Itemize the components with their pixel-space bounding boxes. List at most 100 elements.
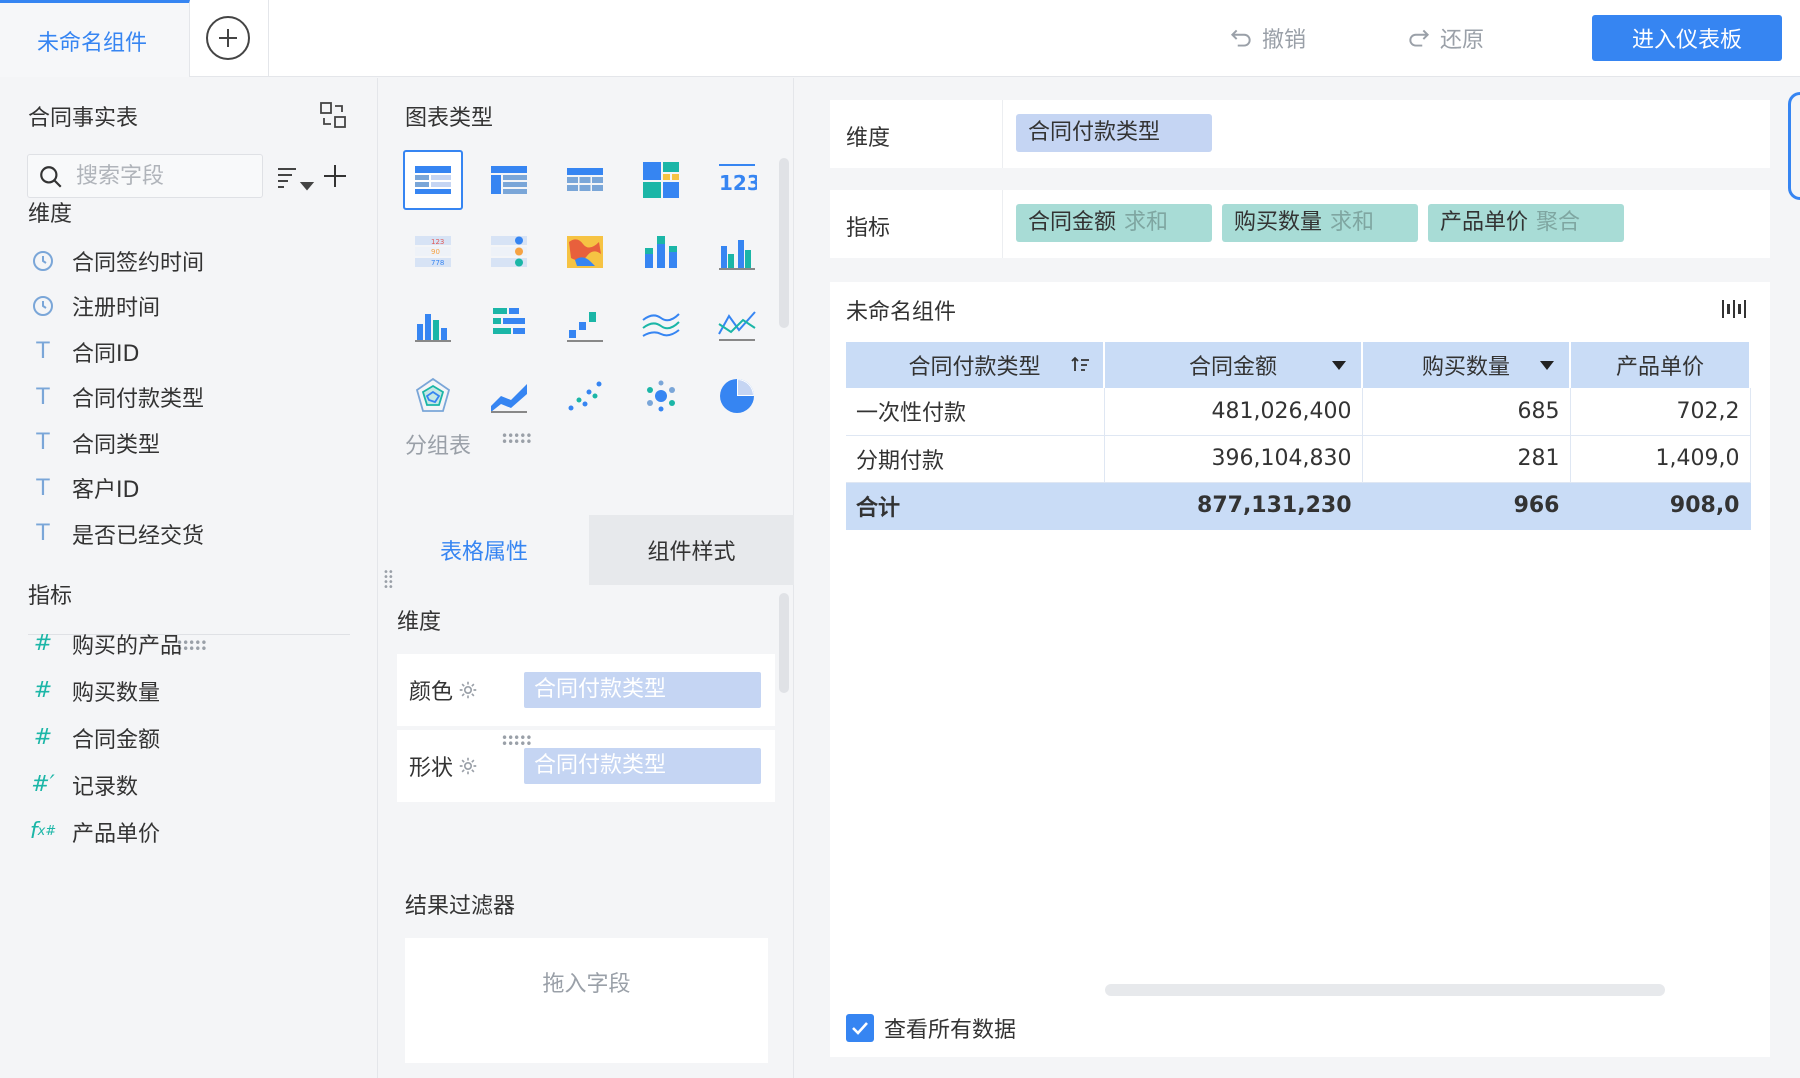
chart-type-bar[interactable] xyxy=(403,294,463,354)
metric-shelf-label: 指标 xyxy=(846,216,891,241)
shape-label-text: 形状 xyxy=(409,756,454,781)
chart-type-detail-table[interactable] xyxy=(555,150,615,210)
field-item[interactable]: T 合同类型 xyxy=(28,420,204,466)
sort-fields-icon[interactable] xyxy=(276,163,316,193)
undo-button[interactable]: 撤销 xyxy=(1228,22,1306,54)
field-item[interactable]: 注册时间 xyxy=(28,284,204,330)
search-input[interactable] xyxy=(76,161,256,191)
view-all-label: 查看所有数据 xyxy=(884,1018,1017,1043)
gear-icon[interactable] xyxy=(457,755,479,777)
caret-down-icon[interactable] xyxy=(1537,355,1557,375)
properties-scrollbar[interactable] xyxy=(779,593,789,693)
chart-type-line[interactable] xyxy=(707,294,767,354)
field-item[interactable]: f x# 产品单价 xyxy=(28,808,182,855)
chart-type-radar[interactable] xyxy=(403,366,463,426)
metric-chip[interactable]: 产品单价 聚合 xyxy=(1428,204,1624,242)
divider xyxy=(1002,190,1003,258)
metric-chip[interactable]: 购买数量 求和 xyxy=(1222,204,1418,242)
view-all-data-toggle[interactable]: 查看所有数据 xyxy=(846,1012,1016,1044)
field-item[interactable]: T 客户ID xyxy=(28,466,204,512)
table-cell[interactable]: 一次性付款 xyxy=(846,388,1105,436)
caret-down-icon[interactable] xyxy=(1329,355,1349,375)
column-header[interactable]: 合同金额 xyxy=(1104,342,1363,388)
column-header-label: 合同金额 xyxy=(1188,355,1277,380)
resize-grip-icon[interactable]: ••••• ••••• xyxy=(501,732,532,750)
tab-unnamed-widget[interactable]: 未命名组件 xyxy=(0,0,190,77)
chart-type-stacked-bar[interactable] xyxy=(631,222,691,282)
enter-dashboard-button[interactable]: 进入仪表板 xyxy=(1592,15,1782,61)
chart-type-heatmap[interactable] xyxy=(555,222,615,282)
chart-type-area[interactable] xyxy=(631,294,691,354)
pie-chart-icon xyxy=(720,379,754,413)
table-cell[interactable]: 396,104,830 xyxy=(1104,435,1363,483)
field-label: 购买数量 xyxy=(72,680,161,706)
field-item[interactable]: # 合同金额 xyxy=(28,714,182,761)
tab-table-properties[interactable]: 表格属性 xyxy=(379,515,589,585)
field-item[interactable]: #′ 记录数 xyxy=(28,761,182,808)
chart-type-group-table[interactable] xyxy=(403,150,463,210)
chart-type-multi-bar[interactable] xyxy=(707,222,767,282)
tab-widget-style[interactable]: 组件样式 xyxy=(589,515,794,585)
number-type-icon: # xyxy=(33,725,53,750)
vertical-grip-icon[interactable]: •• •• •• •• xyxy=(383,568,394,593)
column-header[interactable]: 产品单价 xyxy=(1570,342,1751,388)
collapse-panel-handle[interactable] xyxy=(1788,92,1800,200)
switch-table-icon[interactable] xyxy=(318,100,348,130)
text-type-icon: T xyxy=(36,521,50,547)
shape-field-chip[interactable]: 合同付款类型 xyxy=(524,748,761,784)
field-item[interactable]: 合同签约时间 xyxy=(28,238,204,284)
chart-type-bubble[interactable] xyxy=(631,366,691,426)
chart-type-kpi[interactable]: 123 xyxy=(707,150,767,210)
color-field-chip[interactable]: 合同付款类型 xyxy=(524,672,761,708)
table-cell[interactable]: 281 xyxy=(1362,435,1571,483)
radar-chart-icon xyxy=(415,377,451,412)
chart-type-horizontal-bar[interactable] xyxy=(479,294,539,354)
chart-type-pie[interactable] xyxy=(707,366,767,426)
column-header[interactable]: 购买数量 xyxy=(1362,342,1571,388)
table-cell[interactable]: 481,026,400 xyxy=(1104,388,1363,436)
chart-type-waterfall[interactable] xyxy=(555,294,615,354)
field-item[interactable]: # 购买的产品 xyxy=(28,620,182,667)
group-table-icon xyxy=(415,166,451,194)
filter-drop-zone[interactable]: 拖入字段 xyxy=(405,938,768,1063)
column-header[interactable]: 合同付款类型 xyxy=(846,342,1105,388)
barcode-icon[interactable] xyxy=(1720,296,1750,322)
text-type-icon: T xyxy=(36,475,50,501)
divider xyxy=(1002,100,1003,168)
dimension-chip[interactable]: 合同付款类型 xyxy=(1016,114,1212,152)
stacked-bar-icon xyxy=(645,236,677,268)
svg-text:123: 123 xyxy=(431,238,444,246)
chart-type-indicator-card[interactable] xyxy=(479,222,539,282)
sort-ascending-icon[interactable] xyxy=(1071,355,1091,375)
field-label: 合同金额 xyxy=(72,727,161,753)
field-item[interactable]: T 合同付款类型 xyxy=(28,375,204,421)
metric-chip[interactable]: 合同金额 求和 xyxy=(1016,204,1212,242)
table-cell[interactable]: 1,409,0 xyxy=(1570,435,1751,483)
table-cell[interactable]: 分期付款 xyxy=(846,435,1105,483)
chart-type-crosstab[interactable] xyxy=(479,150,539,210)
chart-type-number-grid[interactable]: 123 90 778 xyxy=(403,222,463,282)
chart-type-treemap[interactable] xyxy=(631,150,691,210)
field-item[interactable]: # 购买数量 xyxy=(28,667,182,714)
chart-types-scrollbar[interactable] xyxy=(779,158,789,328)
metric-chip-agg: 求和 xyxy=(1124,210,1169,235)
text-type-icon: T xyxy=(36,430,50,456)
table-cell[interactable]: 702,2 xyxy=(1570,388,1751,436)
table-cell: 908,0 xyxy=(1570,482,1751,530)
undo-label: 撤销 xyxy=(1262,28,1307,53)
add-field-icon[interactable] xyxy=(322,163,348,189)
field-item[interactable]: T 是否已经交货 xyxy=(28,511,204,557)
gear-icon[interactable] xyxy=(457,679,479,701)
field-item[interactable]: T 合同ID xyxy=(28,329,204,375)
table-horizontal-scrollbar[interactable] xyxy=(1105,984,1665,996)
redo-button[interactable]: 还原 xyxy=(1406,22,1484,54)
resize-grip-icon[interactable]: ••••• ••••• xyxy=(501,430,532,448)
chart-type-range-area[interactable] xyxy=(479,366,539,426)
add-tab-icon[interactable] xyxy=(206,16,250,60)
horizontal-bar-icon xyxy=(493,308,525,334)
metric-chip-name: 产品单价 xyxy=(1440,210,1529,235)
table-cell[interactable]: 685 xyxy=(1362,388,1571,436)
widget-title: 未命名组件 xyxy=(846,300,957,325)
chart-type-scatter[interactable] xyxy=(555,366,615,426)
view-all-checkbox[interactable] xyxy=(846,1014,874,1042)
